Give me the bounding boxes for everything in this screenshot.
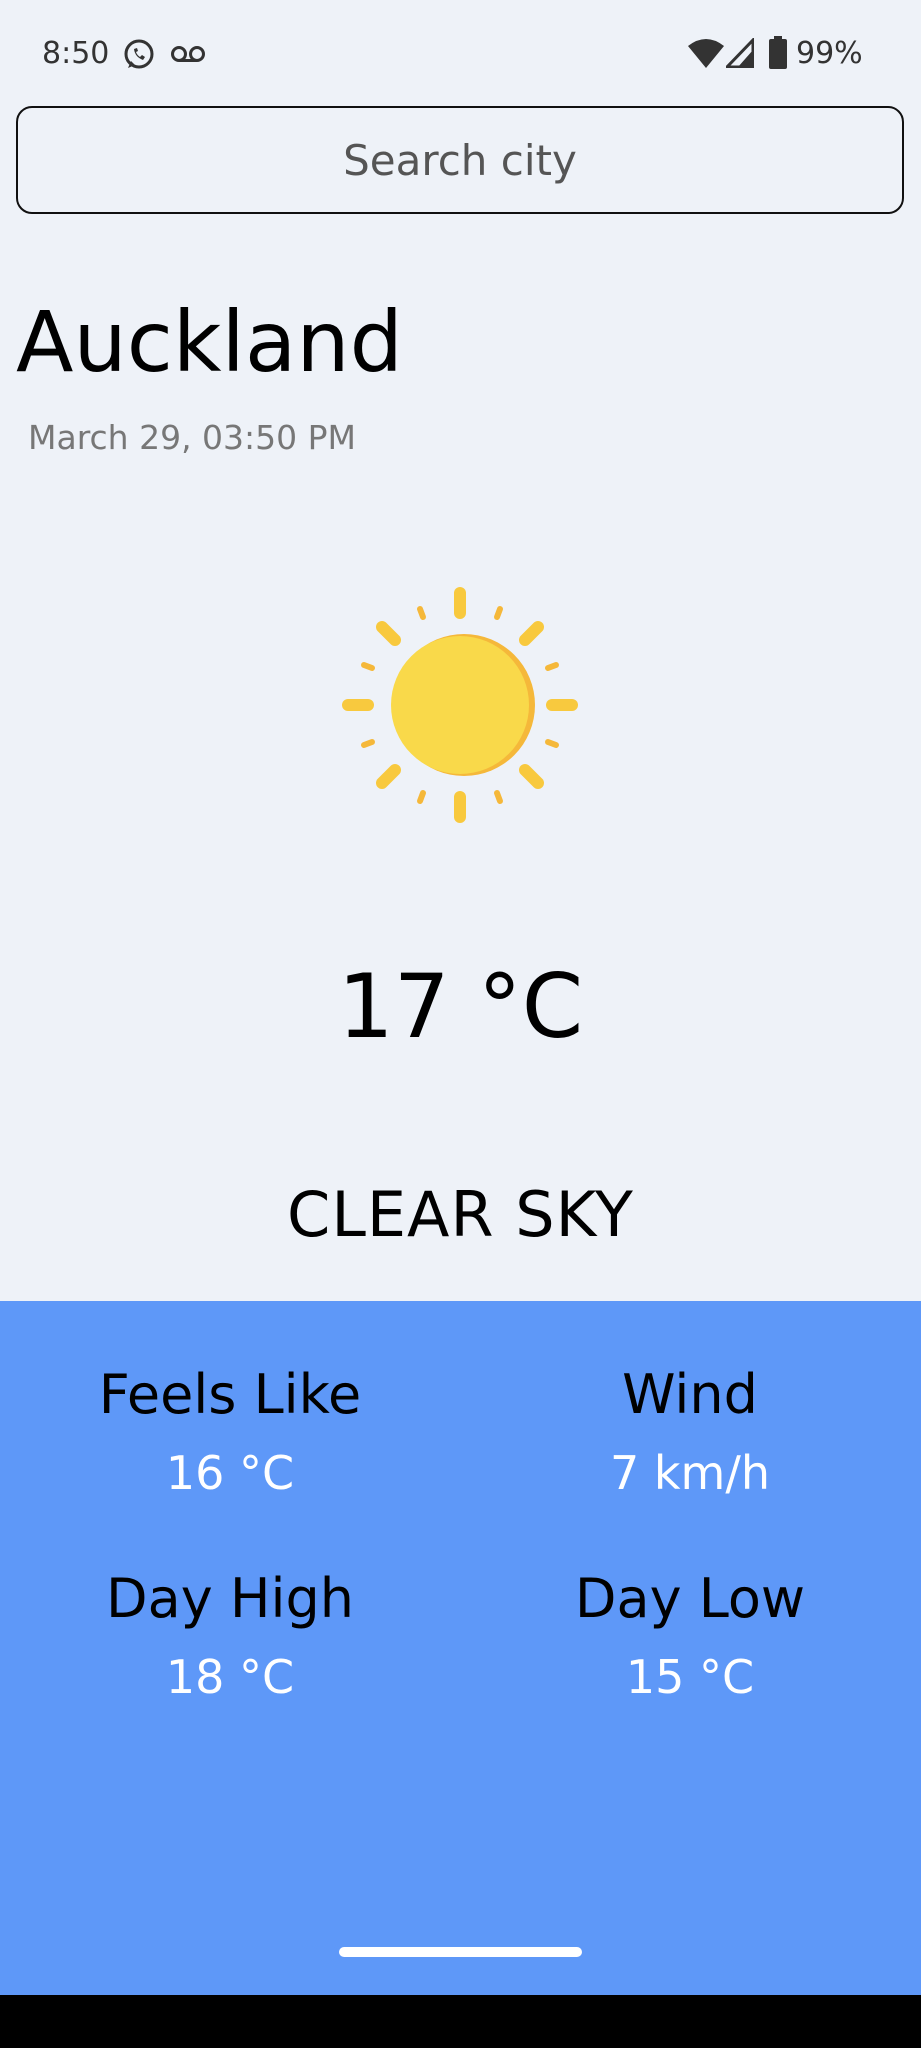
navigation-bar xyxy=(0,1995,921,2048)
weather-condition: CLEAR SKY xyxy=(287,1178,634,1251)
battery-icon xyxy=(768,36,788,74)
day-low-detail: Day Low 15 °C xyxy=(460,1567,920,1704)
status-bar: 8:50 99% xyxy=(0,0,921,105)
weather-details-panel: Feels Like 16 °C Wind 7 km/h Day High 18… xyxy=(0,1301,921,1995)
status-time: 8:50 xyxy=(42,36,110,71)
day-low-label: Day Low xyxy=(574,1567,806,1630)
weather-app-screen: 8:50 99% Search city Auckland March 29, … xyxy=(0,0,921,2048)
wind-value: 7 km/h xyxy=(610,1446,770,1500)
day-high-value: 18 °C xyxy=(165,1650,295,1704)
feels-like-label: Feels Like xyxy=(98,1363,362,1426)
city-name: Auckland xyxy=(16,293,403,391)
cell-signal-icon xyxy=(723,36,755,72)
wind-label: Wind xyxy=(622,1363,758,1426)
day-high-detail: Day High 18 °C xyxy=(0,1567,460,1704)
search-box[interactable] xyxy=(16,106,904,214)
feels-like-value: 16 °C xyxy=(165,1446,295,1500)
current-temperature: 17 °C xyxy=(337,955,584,1058)
whatsapp-icon xyxy=(122,38,156,76)
date-time: March 29, 03:50 PM xyxy=(28,418,357,457)
day-low-value: 15 °C xyxy=(625,1650,755,1704)
battery-percent: 99% xyxy=(796,36,863,71)
home-gesture-handle[interactable] xyxy=(339,1947,582,1957)
search-city-input[interactable] xyxy=(18,108,902,212)
sun-icon xyxy=(340,585,580,825)
wifi-icon xyxy=(688,38,724,74)
feels-like-detail: Feels Like 16 °C xyxy=(0,1363,460,1500)
voicemail-icon xyxy=(170,44,206,68)
day-high-label: Day High xyxy=(106,1567,354,1630)
wind-detail: Wind 7 km/h xyxy=(460,1363,920,1500)
